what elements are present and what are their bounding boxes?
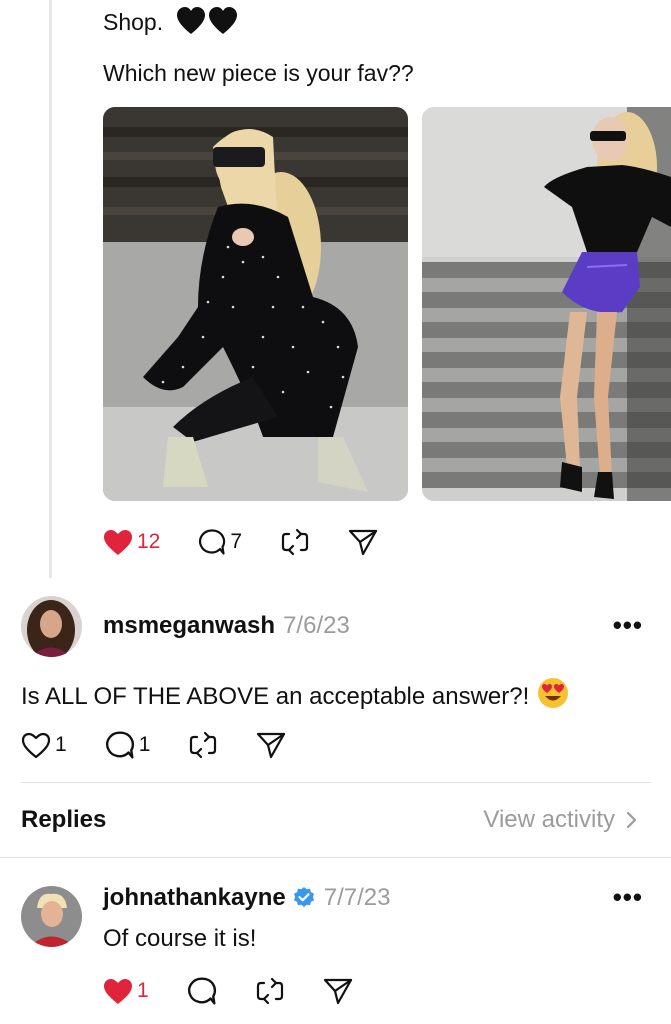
comment-username[interactable]: msmeganwash xyxy=(103,612,275,640)
like-count: 12 xyxy=(137,530,161,553)
repost-button[interactable] xyxy=(280,528,310,556)
reply-text: Of course it is! xyxy=(103,925,257,952)
repost-icon xyxy=(281,528,309,556)
comment-text-row: Is ALL OF THE ABOVE an acceptable answer… xyxy=(21,677,569,716)
post-photo-1[interactable] xyxy=(103,107,408,501)
comment-icon xyxy=(105,731,134,759)
like-button[interactable]: 12 xyxy=(103,529,160,556)
comment-repost-button[interactable] xyxy=(188,731,218,759)
black-hearts-emoji xyxy=(176,6,238,42)
post-photo-2[interactable] xyxy=(422,107,671,501)
heart-icon xyxy=(104,978,132,1004)
view-activity-label: View activity xyxy=(483,806,615,833)
comment-header: msmeganwash 7/6/23 xyxy=(103,612,350,640)
divider xyxy=(21,782,651,783)
comment-like-button[interactable]: 1 xyxy=(21,732,67,759)
comment-like-count: 1 xyxy=(55,733,67,756)
share-icon xyxy=(348,529,378,556)
post-text-line-1: Shop. xyxy=(103,6,238,42)
reply-share-button[interactable] xyxy=(323,977,353,1005)
reply-actions: 1 xyxy=(103,976,391,1006)
comment-icon xyxy=(187,977,216,1005)
comment-icon xyxy=(199,529,226,555)
repost-icon xyxy=(190,731,217,759)
reply-like-button[interactable]: 1 xyxy=(103,978,149,1005)
verified-icon xyxy=(293,887,314,907)
comment-count: 7 xyxy=(230,530,243,553)
view-activity-link[interactable]: View activity xyxy=(483,806,639,834)
comment-reply-count: 1 xyxy=(138,733,151,756)
more-icon[interactable]: ••• xyxy=(613,882,643,913)
comment-share-button[interactable] xyxy=(256,731,286,759)
divider xyxy=(0,857,671,858)
reply-like-count: 1 xyxy=(137,979,149,1002)
repost-icon xyxy=(256,977,283,1005)
comment-button[interactable]: 7 xyxy=(198,528,242,556)
reply-header: johnathankayne 7/7/23 xyxy=(103,884,390,912)
comment-reply-button[interactable]: 1 xyxy=(105,730,151,760)
thread-line xyxy=(49,0,52,578)
avatar-msmeganwash[interactable] xyxy=(21,596,82,657)
replies-title: Replies xyxy=(21,806,107,833)
heart-icon xyxy=(104,529,132,555)
post-text-line-2: Which new piece is your fav?? xyxy=(103,60,414,86)
comment-actions: 1 1 xyxy=(21,730,324,760)
heart-outline-icon xyxy=(21,732,51,758)
comment-text: Is ALL OF THE ABOVE an acceptable answer… xyxy=(21,682,530,710)
share-icon xyxy=(257,732,286,759)
reply-comment-button[interactable] xyxy=(187,976,217,1006)
reply-username[interactable]: johnathankayne xyxy=(103,884,286,912)
heart-eyes-emoji xyxy=(537,677,569,716)
post-actions: 12 7 xyxy=(103,528,416,556)
share-button[interactable] xyxy=(348,528,378,556)
more-icon[interactable]: ••• xyxy=(613,610,643,641)
reply-repost-button[interactable] xyxy=(255,977,285,1005)
chevron-right-icon xyxy=(626,811,637,829)
reply-date: 7/7/23 xyxy=(323,884,391,911)
share-icon xyxy=(323,978,352,1005)
avatar-johnathankayne[interactable] xyxy=(21,886,82,947)
comment-date: 7/6/23 xyxy=(283,612,350,639)
